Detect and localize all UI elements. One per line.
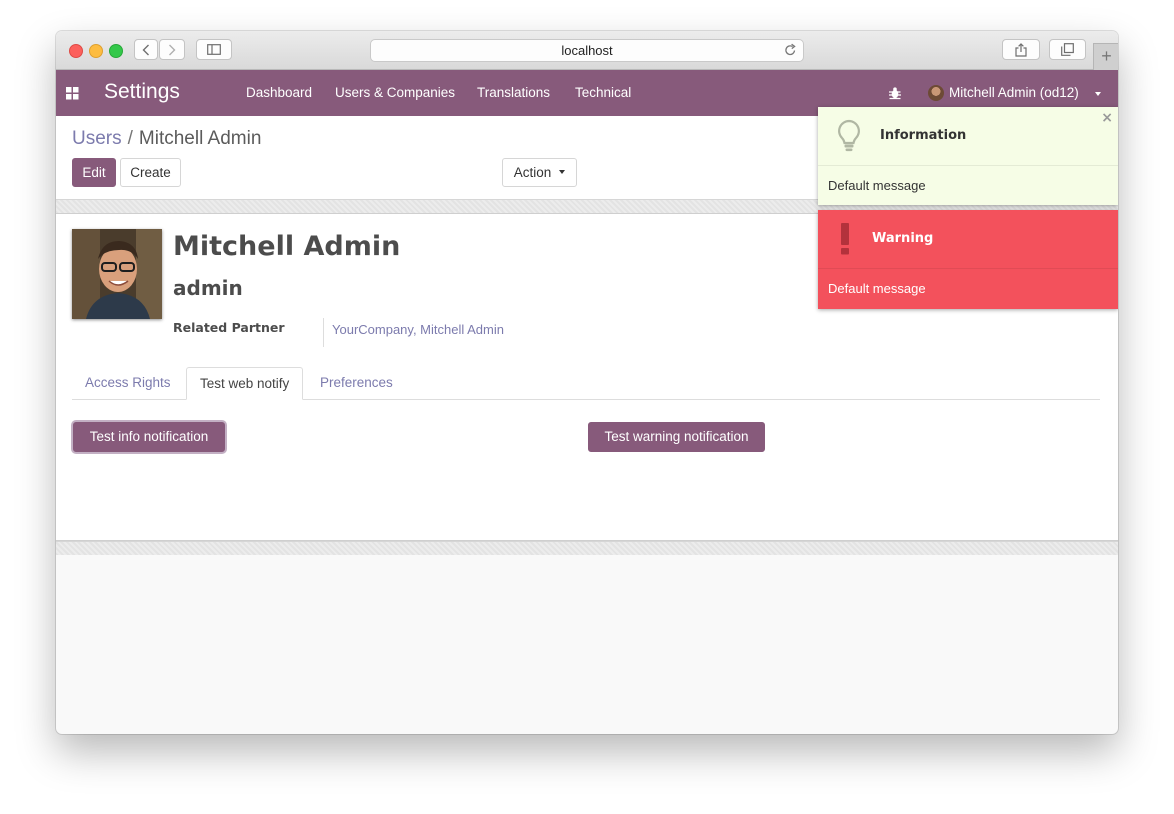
app-title: Settings bbox=[104, 80, 180, 103]
tab-preferences[interactable]: Preferences bbox=[307, 367, 406, 399]
menu-dashboard[interactable]: Dashboard bbox=[246, 70, 312, 116]
chevron-left-icon bbox=[142, 44, 149, 55]
user-login: admin bbox=[173, 276, 243, 300]
tabs-overview-button[interactable] bbox=[1049, 39, 1086, 60]
lightbulb-icon bbox=[838, 119, 860, 152]
caret-down-icon bbox=[1095, 92, 1101, 96]
close-window-button[interactable] bbox=[69, 44, 83, 58]
minimize-window-button[interactable] bbox=[89, 44, 103, 58]
action-label: Action bbox=[513, 165, 552, 180]
related-partner-link[interactable]: YourCompany, Mitchell Admin bbox=[332, 322, 504, 337]
warning-notification-title: Warning bbox=[872, 231, 934, 246]
field-divider bbox=[323, 318, 324, 347]
info-notification[interactable]: Information × Default message bbox=[818, 107, 1118, 205]
new-tab-button[interactable]: + bbox=[1093, 43, 1118, 70]
sheet-bg-bottom bbox=[56, 541, 1118, 555]
notebook-tabs: Access Rights Test web notify Preference… bbox=[72, 367, 1100, 400]
warning-notification-message: Default message bbox=[828, 281, 926, 296]
back-button[interactable] bbox=[134, 39, 158, 60]
test-warning-notification-button[interactable]: Test warning notification bbox=[588, 422, 765, 452]
edit-button[interactable]: Edit bbox=[72, 158, 116, 187]
browser-window: localhost + Settings Dashboard Users & C… bbox=[56, 31, 1118, 734]
browser-toolbar: localhost + bbox=[56, 31, 1118, 70]
create-button[interactable]: Create bbox=[120, 158, 181, 187]
caret-down-icon bbox=[559, 170, 566, 175]
breadcrumb-users-link[interactable]: Users bbox=[72, 128, 122, 149]
info-notification-message: Default message bbox=[828, 178, 926, 193]
user-name-heading: Mitchell Admin bbox=[173, 231, 401, 262]
test-info-notification-button[interactable]: Test info notification bbox=[73, 422, 225, 452]
address-bar[interactable]: localhost bbox=[370, 39, 804, 62]
breadcrumb-current: Mitchell Admin bbox=[138, 128, 262, 149]
share-button[interactable] bbox=[1002, 39, 1040, 60]
info-notification-header: Information × bbox=[818, 107, 1118, 166]
sidebar-icon bbox=[207, 44, 221, 55]
reload-icon[interactable] bbox=[784, 43, 797, 57]
share-icon bbox=[1015, 42, 1027, 57]
url-text: localhost bbox=[561, 43, 613, 58]
exclamation-icon bbox=[841, 223, 849, 255]
user-photo[interactable] bbox=[72, 229, 162, 319]
menu-technical[interactable]: Technical bbox=[575, 70, 631, 116]
tab-test-web-notify[interactable]: Test web notify bbox=[186, 367, 304, 400]
bug-icon[interactable] bbox=[888, 86, 902, 100]
apps-grid-icon[interactable] bbox=[66, 87, 79, 100]
warning-notification-header: Warning bbox=[818, 210, 1118, 269]
sidebar-toggle-button[interactable] bbox=[196, 39, 232, 60]
menu-users-companies[interactable]: Users & Companies bbox=[335, 70, 455, 116]
tabs-icon bbox=[1061, 43, 1074, 56]
zoom-window-button[interactable] bbox=[109, 44, 123, 58]
action-dropdown[interactable]: Action bbox=[502, 158, 577, 187]
forward-button[interactable] bbox=[159, 39, 185, 60]
info-notification-title: Information bbox=[880, 128, 967, 143]
chevron-right-icon bbox=[169, 44, 176, 55]
close-icon[interactable]: × bbox=[1101, 110, 1113, 126]
breadcrumb-separator: / bbox=[127, 128, 133, 149]
tab-access-rights[interactable]: Access Rights bbox=[72, 367, 184, 399]
user-avatar[interactable] bbox=[928, 85, 944, 101]
user-portrait-image bbox=[72, 229, 162, 319]
warning-notification[interactable]: Warning Default message bbox=[818, 210, 1118, 309]
breadcrumb: Users / Mitchell Admin bbox=[72, 128, 261, 150]
related-partner-label: Related Partner bbox=[173, 320, 285, 335]
menu-translations[interactable]: Translations bbox=[477, 70, 550, 116]
